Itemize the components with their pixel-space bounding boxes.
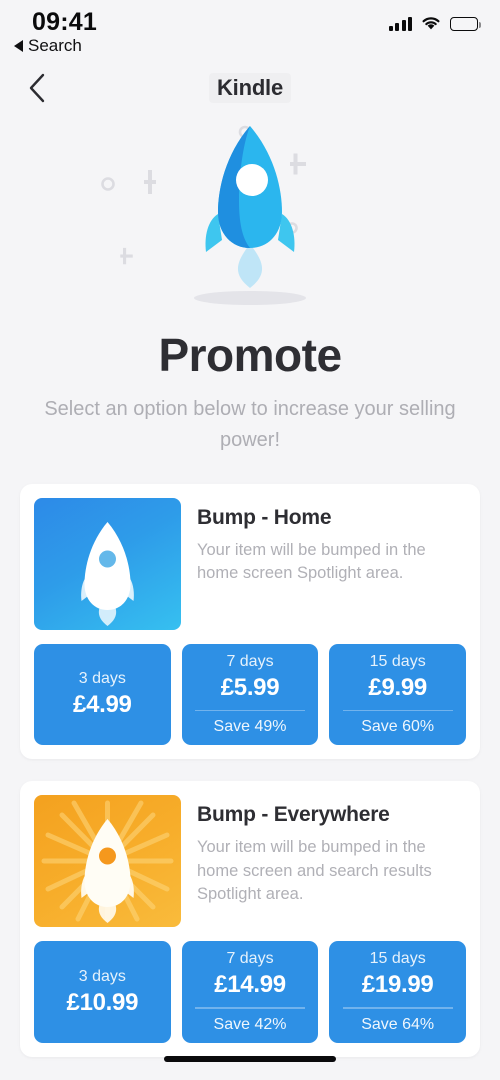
battery-full-icon [450,17,481,31]
price-duration: 3 days [78,670,126,688]
price-amount: £9.99 [368,674,427,701]
price-saving-badge: Save 60% [361,718,435,736]
hero-title: Promote [158,329,342,381]
price-option-15-days[interactable]: 15 days £9.99 Save 60% [329,644,467,746]
price-options: 3 days £4.99 7 days £5.99 Save 49% 15 da… [34,644,467,746]
price-option-3-days[interactable]: 3 days £10.99 [34,941,171,1043]
status-bar-time: 09:41 [32,8,97,36]
price-divider [195,1007,305,1009]
price-divider [342,710,453,712]
price-duration: 7 days [226,653,274,670]
promotion-card-bump-everywhere[interactable]: Bump - Everywhere Your item will be bump… [20,781,480,1057]
price-options: 3 days £10.99 7 days £14.99 Save 42% 15 … [34,941,467,1043]
card-header: Bump - Everywhere Your item will be bump… [34,795,466,928]
return-to-search-label: Search [28,36,82,55]
price-amount: £19.99 [361,971,434,999]
rocket-orange-icon [34,795,181,928]
price-saving-badge: Save 49% [213,718,287,736]
card-description: Your item will be bumped in the home scr… [197,541,426,583]
rocket-illustration [0,118,500,318]
hero-subtitle: Select an option below to increase your … [44,398,456,451]
signal-bars-icon [388,16,412,31]
price-amount: £10.99 [66,988,139,1016]
status-bar: 09:41 Search [0,0,500,58]
back-triangle-icon [14,40,23,52]
price-amount: £14.99 [214,971,286,999]
phone-screen: 09:41 Search Kindle Promote Select an op… [0,0,500,1080]
card-header: Bump - Home Your item will be bumped in … [34,498,466,630]
price-duration: 7 days [226,950,274,968]
back-button[interactable] [20,71,54,105]
wifi-icon [421,16,441,31]
home-indicator[interactable] [164,1056,336,1062]
navigation-bar: Kindle [0,58,500,118]
rocket-blue-icon [34,498,181,630]
return-to-search-link[interactable]: Search [14,36,82,56]
promotion-options-list: Bump - Home Your item will be bumped in … [0,484,500,1057]
price-saving-badge: Save 64% [361,1015,435,1033]
price-amount: £4.99 [73,691,132,719]
card-title: Bump - Home [197,506,332,529]
price-option-15-days[interactable]: 15 days £19.99 Save 64% [329,941,467,1043]
price-duration: 15 days [369,950,426,968]
promotion-card-bump-home[interactable]: Bump - Home Your item will be bumped in … [20,484,480,760]
card-text: Bump - Everywhere Your item will be bump… [197,795,466,927]
price-option-7-days[interactable]: 7 days £5.99 Save 49% [181,644,319,746]
price-option-3-days[interactable]: 3 days £4.99 [34,644,171,746]
price-duration: 3 days [78,967,126,985]
status-bar-indicators [388,16,481,31]
card-description: Your item will be bumped in the home scr… [197,838,432,904]
price-saving-badge: Save 42% [213,1015,287,1033]
price-amount: £5.99 [220,674,280,701]
page-title: Kindle [208,73,292,103]
card-text: Bump - Home Your item will be bumped in … [197,498,466,630]
price-option-7-days[interactable]: 7 days £14.99 Save 42% [181,941,319,1043]
card-title: Bump - Everywhere [197,803,390,827]
price-divider [342,1007,453,1009]
price-duration: 15 days [369,653,426,670]
price-divider [195,710,305,712]
chevron-left-icon [29,73,45,103]
